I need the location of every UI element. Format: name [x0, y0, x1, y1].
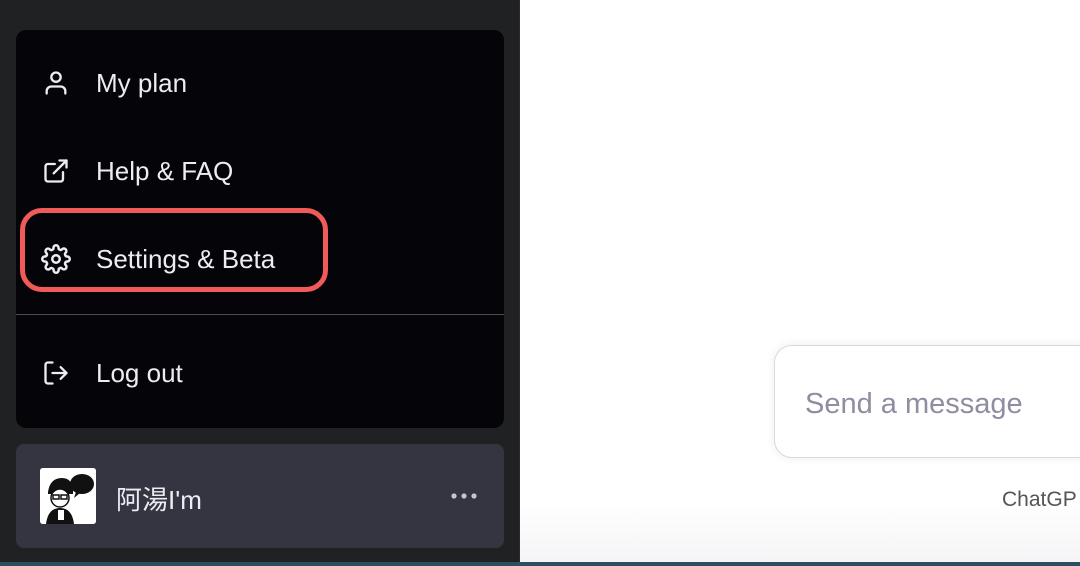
menu-item-my-plan[interactable]: My plan: [16, 51, 504, 115]
menu-item-label: Settings & Beta: [96, 243, 276, 274]
menu-item-label: Help & FAQ: [96, 155, 234, 186]
menu-item-label: My plan: [96, 67, 188, 98]
message-composer[interactable]: [774, 345, 1080, 458]
footer-disclaimer: ChatGP: [1002, 488, 1077, 511]
menu-item-log-out[interactable]: Log out: [16, 341, 504, 405]
user-name: 阿湯I'm: [116, 485, 202, 515]
sidebar: My plan Help & FAQ Settings & Beta Log o…: [0, 0, 520, 566]
message-input[interactable]: [805, 384, 1080, 424]
logout-icon: [40, 357, 72, 389]
menu-item-help-faq[interactable]: Help & FAQ: [16, 139, 504, 203]
gear-icon: [40, 243, 72, 275]
account-menu: My plan Help & FAQ Settings & Beta Log o…: [16, 30, 504, 428]
more-options-icon[interactable]: [444, 482, 484, 510]
bottom-fade: [520, 500, 1080, 566]
external-link-icon: [40, 155, 72, 187]
menu-item-label: Log out: [96, 357, 183, 388]
avatar-image: [40, 468, 96, 524]
chat-main: [520, 0, 1080, 566]
avatar: [40, 468, 96, 524]
menu-item-settings-beta[interactable]: Settings & Beta: [16, 227, 504, 291]
user-icon: [40, 67, 72, 99]
menu-divider: [16, 314, 504, 315]
bottom-edge: [0, 562, 1080, 566]
user-account-button[interactable]: 阿湯I'm: [16, 444, 504, 548]
